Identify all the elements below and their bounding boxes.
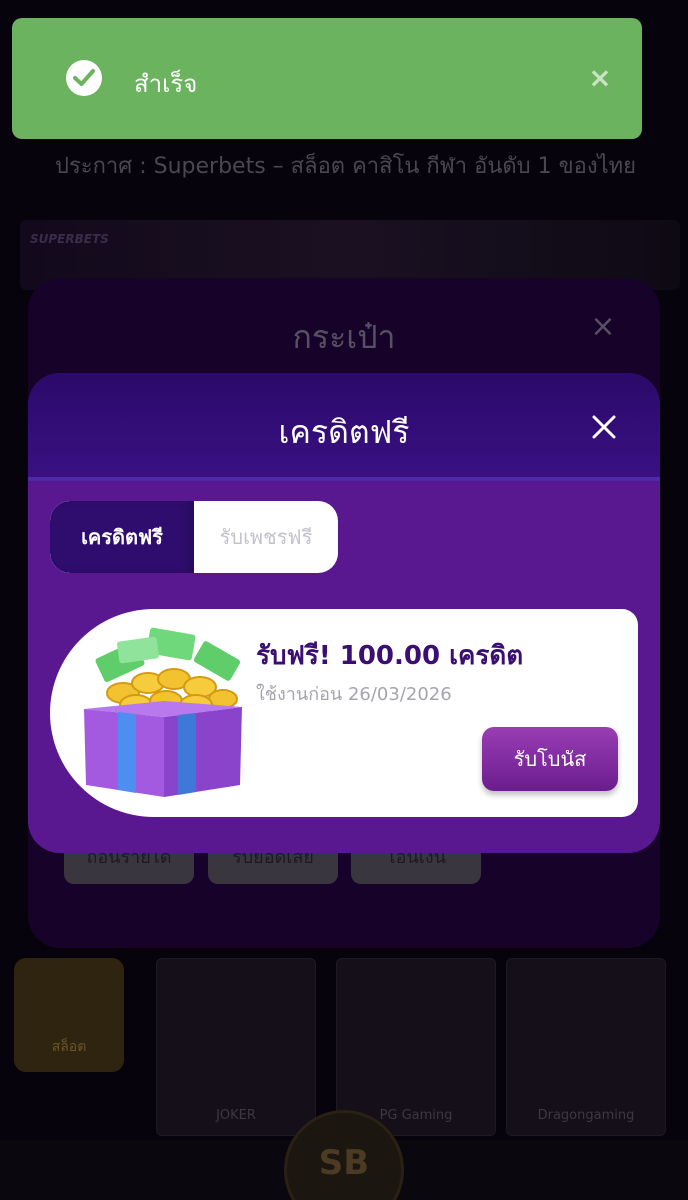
screen: ประกาศ : Superbets – สล็อต คาสิโน กีฬา อ…: [0, 0, 688, 1200]
claim-bonus-button[interactable]: รับโบนัส: [482, 727, 618, 791]
free-credit-modal: เครดิตฟรี เครดิตฟรี รับเพชรฟรี รับฟรี! 1…: [28, 373, 660, 853]
promo-card: รับฟรี! 100.00 เครดิต ใช้งานก่อน 26/03/2…: [50, 609, 638, 817]
game-card[interactable]: JOKER: [156, 958, 316, 1136]
promo-title: รับฟรี! 100.00 เครดิต: [256, 641, 524, 671]
game-card-label: Dragongaming: [537, 1108, 635, 1123]
banner-logo: SUPERBETS: [30, 232, 109, 246]
toast-close-icon[interactable]: ×: [586, 64, 614, 92]
gift-box-with-coins-icon: [78, 621, 248, 805]
success-toast: สำเร็จ ×: [12, 18, 642, 139]
check-circle-icon: [66, 60, 102, 96]
category-slot[interactable]: สล็อต: [14, 958, 124, 1072]
modal-header: เครดิตฟรี: [28, 373, 660, 481]
toast-message: สำเร็จ: [134, 70, 198, 98]
tab-free-credit[interactable]: เครดิตฟรี: [50, 501, 194, 573]
wallet-title: กระเป๋า: [292, 318, 396, 356]
wallet-close-icon[interactable]: ×: [588, 312, 618, 342]
game-card[interactable]: Dragongaming: [506, 958, 666, 1136]
game-card[interactable]: PG Gaming: [336, 958, 496, 1136]
close-icon[interactable]: [590, 413, 618, 441]
game-card-label: JOKER: [216, 1108, 256, 1123]
promo-expiry: ใช้งานก่อน 26/03/2026: [256, 684, 452, 705]
tab-free-diamonds[interactable]: รับเพชรฟรี: [194, 501, 338, 573]
announcement-marquee: ประกาศ : Superbets – สล็อต คาสิโน กีฬา อ…: [55, 154, 637, 179]
modal-tabs: เครดิตฟรี รับเพชรฟรี: [50, 501, 338, 573]
modal-title: เครดิตฟรี: [278, 413, 410, 451]
